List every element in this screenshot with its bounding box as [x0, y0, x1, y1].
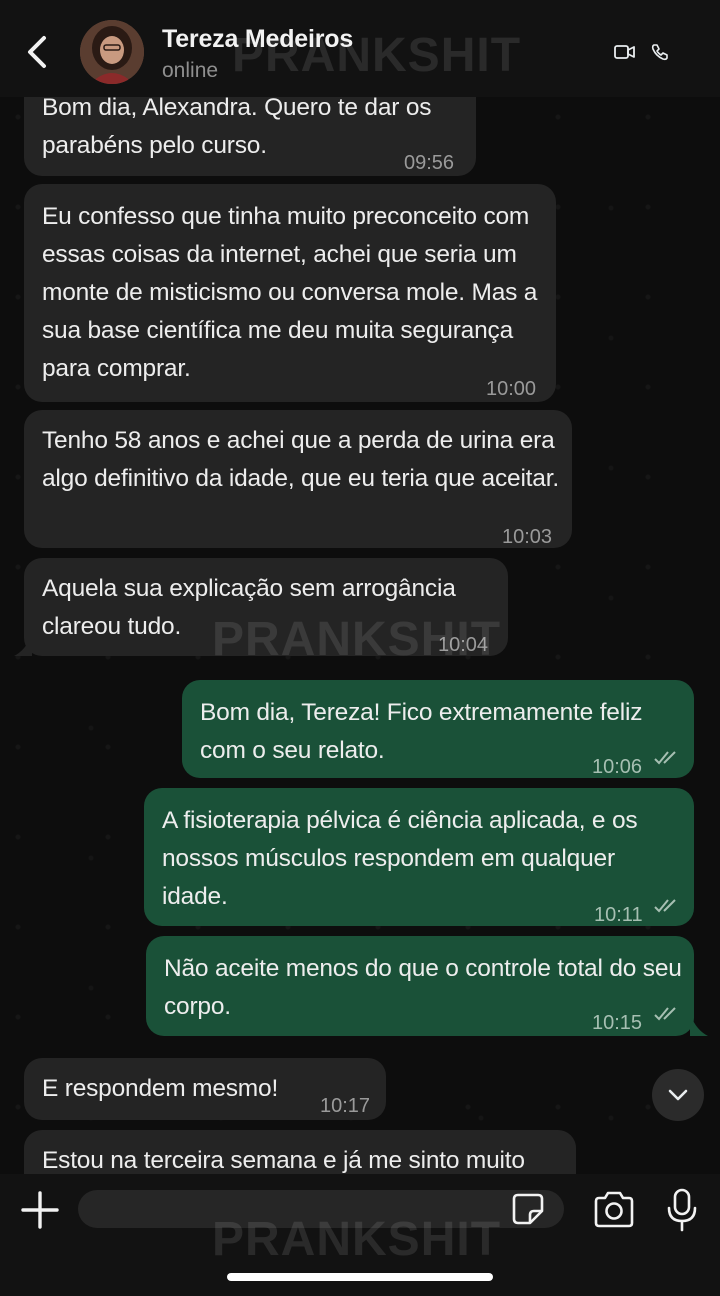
read-ticks-icon [654, 1007, 676, 1021]
sticker-icon[interactable] [510, 1191, 546, 1227]
phone-icon[interactable] [651, 43, 669, 61]
message-time: 10:11 [594, 904, 643, 926]
message-time: 10:17 [320, 1095, 371, 1117]
message-incoming[interactable]: Eu confesso que tinha muito preconceito … [24, 184, 556, 402]
video-call-icon[interactable] [614, 44, 636, 60]
bubble-tail-outgoing [690, 1014, 708, 1036]
message-time: 09:56 [404, 152, 455, 174]
message-time: 10:00 [486, 378, 537, 400]
contact-name[interactable]: Tereza Medeiros [162, 25, 353, 54]
home-indicator[interactable] [227, 1273, 493, 1281]
chevron-down-icon [668, 1089, 688, 1101]
read-ticks-icon [654, 751, 676, 765]
message-incoming[interactable]: Aquela sua explicação sem arrogância cla… [24, 558, 508, 656]
camera-icon[interactable] [592, 1191, 636, 1229]
message-text: Eu confesso que tinha muito preconceito … [42, 203, 538, 382]
contact-status: online [162, 59, 219, 82]
message-time: 10:15 [592, 1012, 643, 1034]
back-arrow-icon[interactable] [22, 34, 52, 70]
message-outgoing[interactable]: Bom dia, Tereza! Fico extremamente feliz… [182, 680, 694, 778]
bubble-tail-incoming [14, 634, 32, 656]
message-time: 10:04 [438, 634, 489, 656]
plus-icon[interactable] [20, 1190, 60, 1230]
avatar-photo [80, 20, 144, 84]
message-outgoing[interactable]: A fisioterapia pélvica é ciência aplicad… [144, 788, 694, 926]
message-incoming[interactable]: E respondem mesmo! 10:17 [24, 1058, 386, 1120]
read-ticks-icon [654, 899, 676, 913]
message-text: Tenho 58 anos e achei que a perda de uri… [42, 427, 559, 492]
message-input[interactable] [78, 1190, 564, 1228]
message-time: 10:06 [592, 756, 643, 778]
message-text: Aquela sua explicação sem arrogância cla… [42, 575, 456, 640]
message-time: 10:03 [502, 526, 553, 548]
message-incoming[interactable]: Tenho 58 anos e achei que a perda de uri… [24, 410, 572, 548]
message-text: E respondem mesmo! [42, 1075, 279, 1102]
microphone-icon[interactable] [666, 1188, 698, 1232]
avatar[interactable] [80, 20, 144, 84]
scroll-to-bottom-button[interactable] [652, 1069, 704, 1121]
message-outgoing[interactable]: Não aceite menos do que o controle total… [146, 936, 694, 1036]
chat-header: Tereza Medeiros online [0, 0, 720, 97]
